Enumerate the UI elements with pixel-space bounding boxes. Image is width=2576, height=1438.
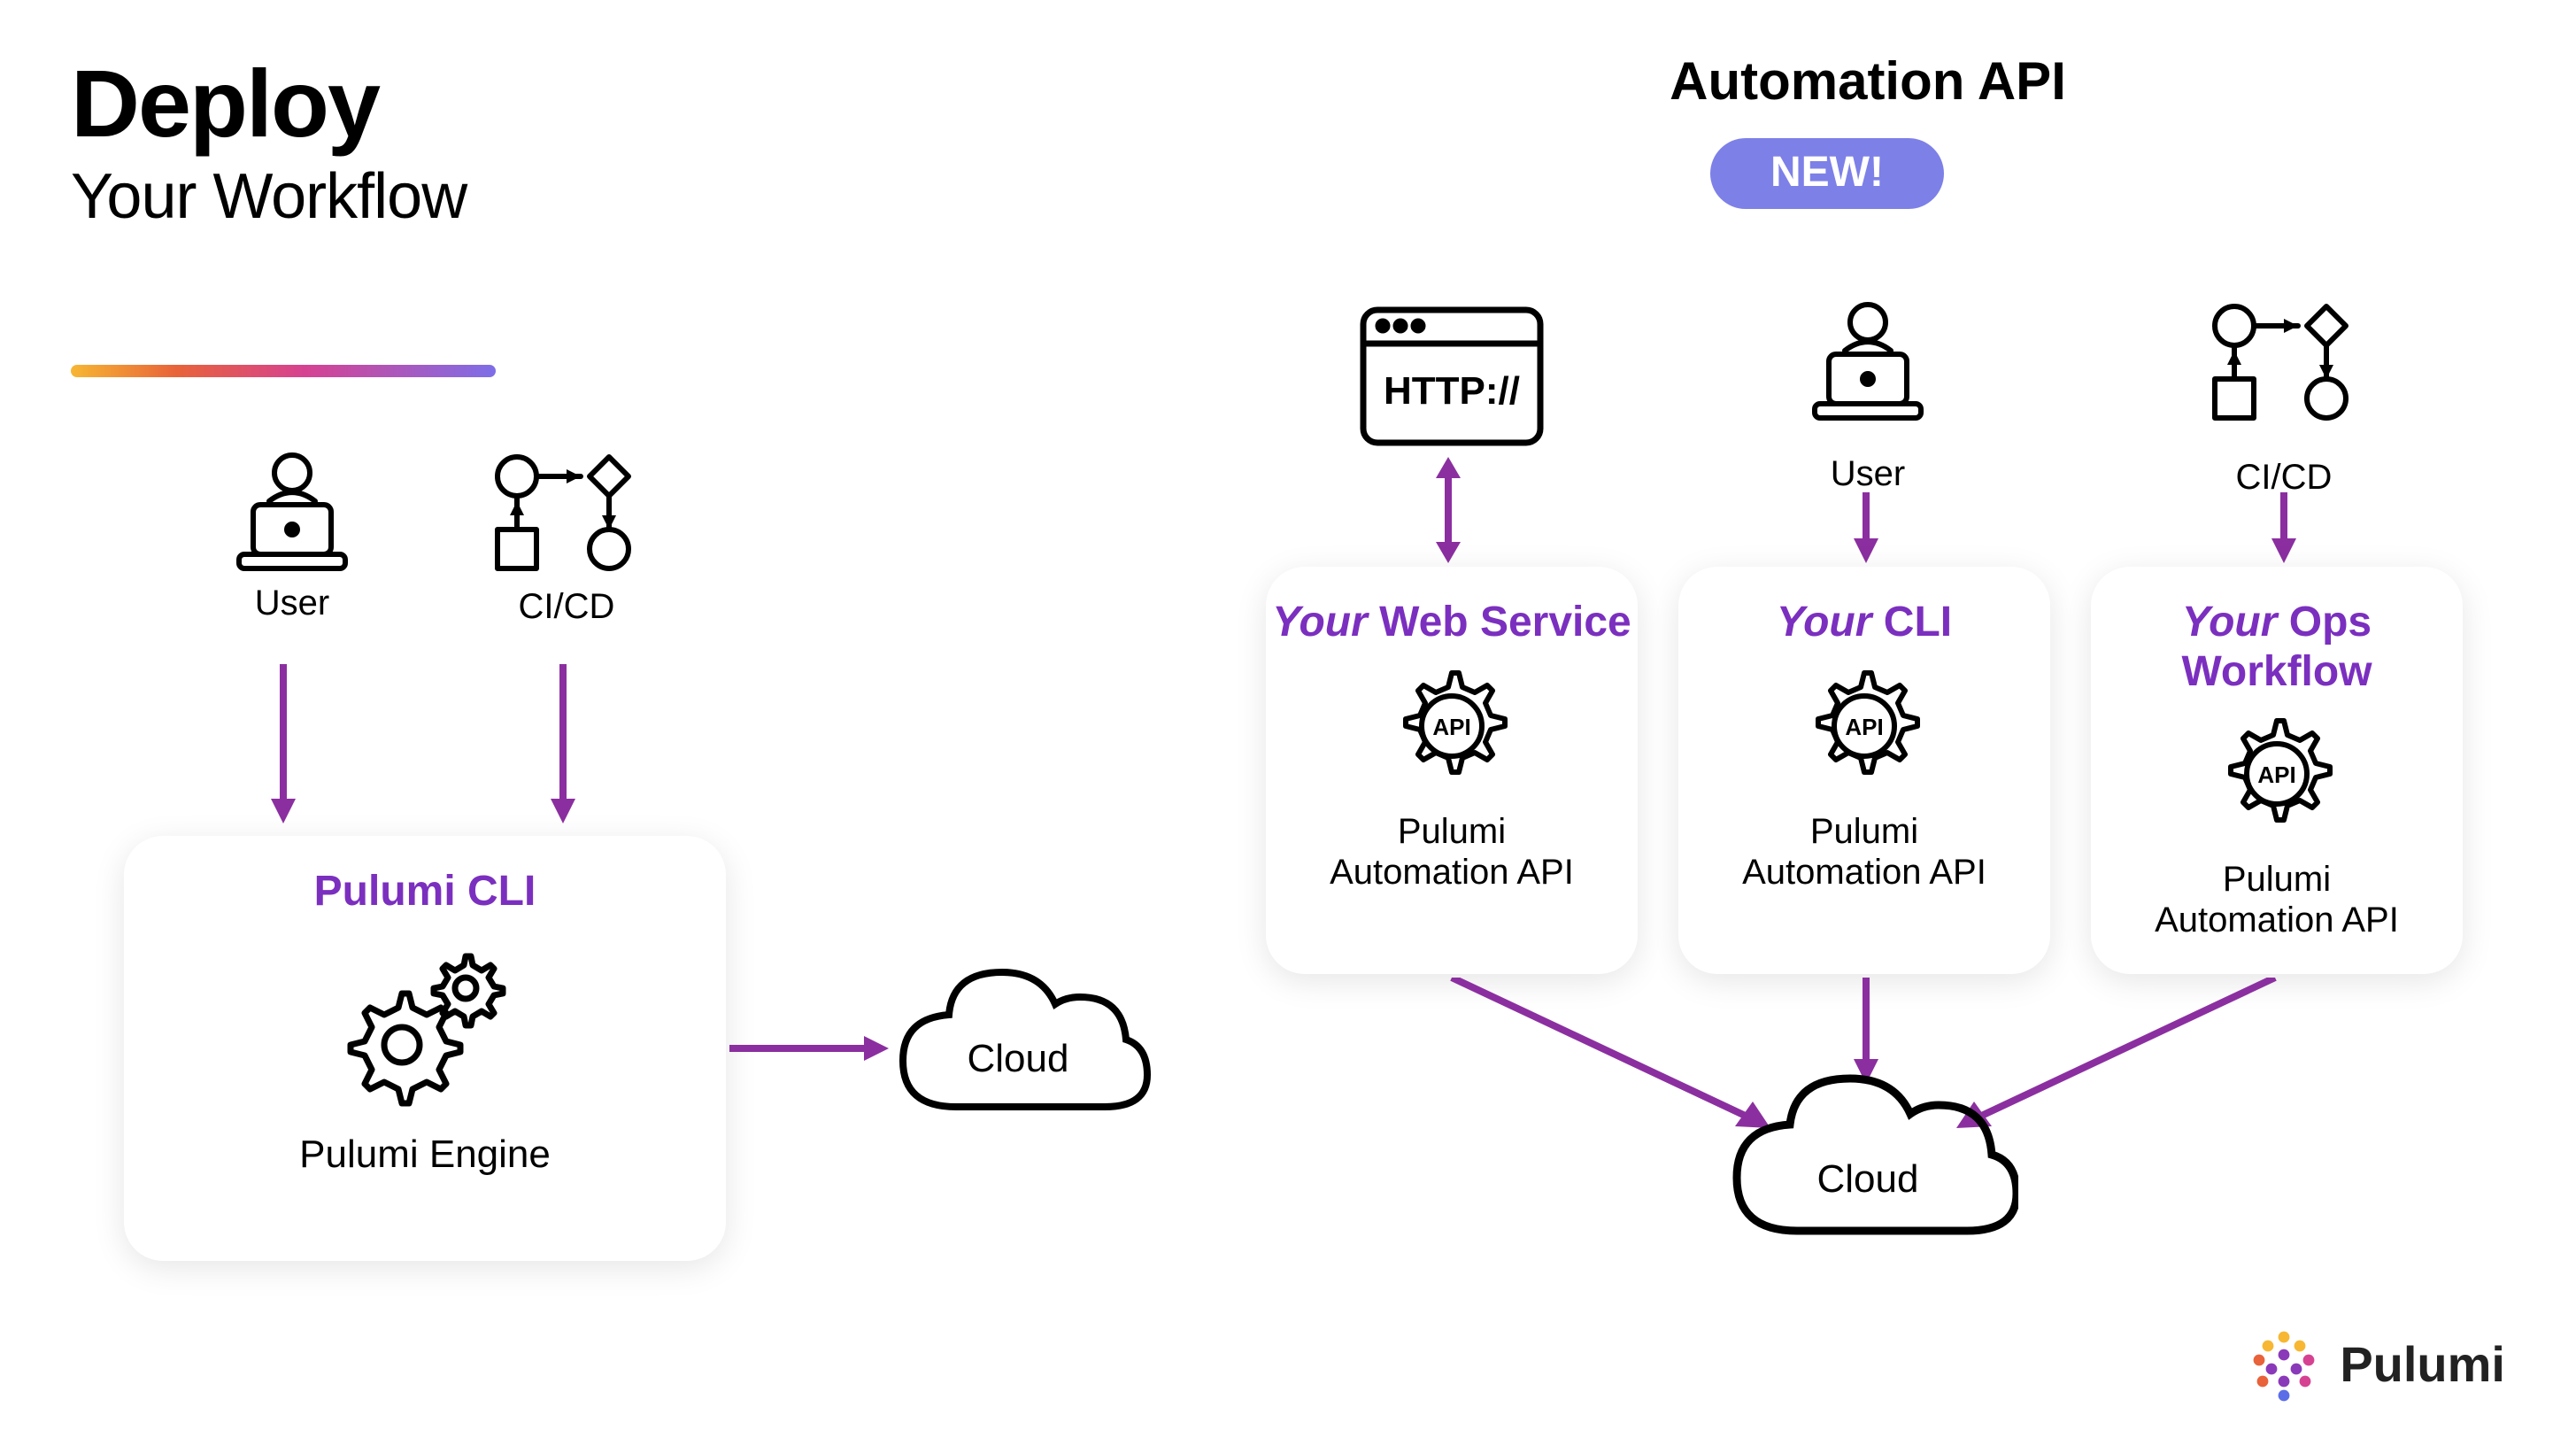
pulumi-engine-label: Pulumi Engine (124, 1131, 726, 1176)
user-icon-block: User (204, 452, 381, 625)
cloud-left-label: Cloud (885, 1036, 1151, 1082)
cicd-icon-right-block: CI/CD (2187, 301, 2381, 499)
cicd-icon (478, 452, 655, 579)
cloud-right: Cloud (1717, 1071, 2018, 1266)
card-web-service: Your Web Service API PulumiAutomation AP… (1266, 567, 1638, 974)
cloud-right-label: Cloud (1717, 1156, 2018, 1202)
http-icon-block: HTTP:// (1346, 301, 1558, 460)
arrow-cli-to-cloud (729, 1031, 889, 1066)
automation-api-title: Automation API (1602, 53, 2133, 113)
card-your-cli-sub: PulumiAutomation API (1678, 812, 2050, 893)
arrow-user-to-cli (266, 664, 301, 823)
heading-deploy: Deploy (71, 50, 379, 159)
card-ops-workflow-sub: PulumiAutomation API (2091, 861, 2463, 942)
pulumi-cli-card: Pulumi CLI Pulumi Engine (124, 836, 726, 1261)
pulumi-logo: Pulumi (2248, 1328, 2505, 1403)
browser-icon: HTTP:// (1354, 301, 1549, 452)
gradient-divider (71, 365, 496, 377)
heading-subtitle: Your Workflow (71, 159, 467, 234)
api-gear-icon: API (1381, 654, 1523, 792)
card-ops-workflow: Your Ops Workflow API PulumiAutomation A… (2091, 567, 2463, 974)
svg-text:API: API (1845, 713, 1883, 739)
arrow-cicd-to-cli (545, 664, 581, 823)
cicd-icon-block: CI/CD (469, 452, 664, 629)
new-badge: NEW! (1710, 138, 1944, 209)
svg-text:API: API (2257, 762, 2295, 788)
cicd-label: CI/CD (469, 588, 664, 629)
arrow-cicd-to-card (2266, 492, 2302, 563)
http-text: HTTP:// (1384, 369, 1520, 413)
user-icon-right-block: User (1779, 301, 1956, 496)
arrow-user-to-card (1848, 492, 1884, 563)
arrow-card1-to-cloud (1848, 978, 1884, 1084)
card-web-service-title: Your Web Service (1266, 599, 1638, 647)
arrow-http-bidir (1431, 457, 1466, 563)
api-gear-icon: API (2206, 703, 2348, 841)
card-web-service-sub: PulumiAutomation API (1266, 812, 1638, 893)
user-icon (221, 452, 363, 576)
user-icon-right (1797, 301, 1939, 425)
cicd-icon-right (2195, 301, 2372, 429)
card-your-cli-title: Your CLI (1678, 599, 2050, 647)
pulumi-cli-title: Pulumi CLI (124, 868, 726, 916)
card-ops-workflow-title: Your Ops Workflow (2091, 599, 2463, 696)
card-your-cli: Your CLI API PulumiAutomation API (1678, 567, 2050, 974)
pulumi-logo-text: Pulumi (2340, 1337, 2505, 1394)
pulumi-logo-icon (2248, 1328, 2318, 1403)
user-label: User (204, 584, 381, 625)
svg-text:API: API (1432, 713, 1470, 739)
cloud-left: Cloud (885, 965, 1151, 1142)
user-label-right: User (1779, 455, 1956, 496)
gears-icon (328, 934, 522, 1111)
api-gear-icon: API (1793, 654, 1935, 792)
cicd-label-right: CI/CD (2187, 459, 2381, 499)
